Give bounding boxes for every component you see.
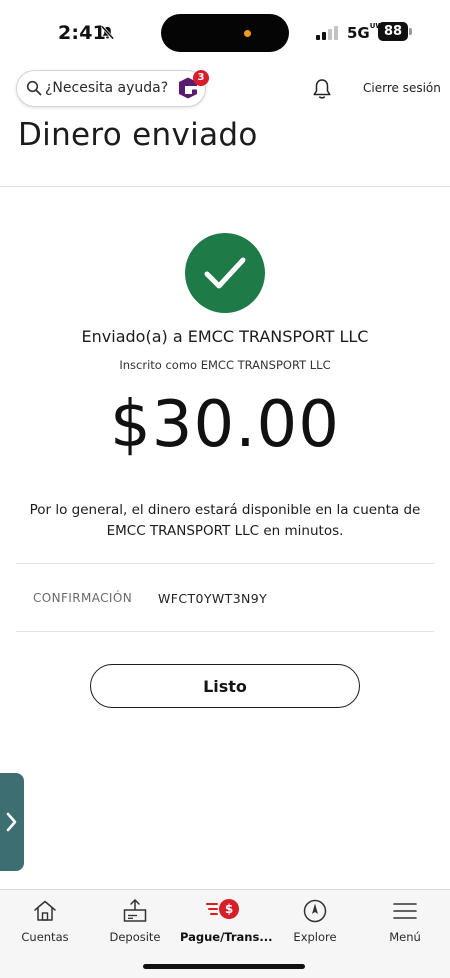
nav-item-pague-trans[interactable]: $ Pague/Trans... <box>180 898 273 954</box>
privacy-indicator-icon <box>244 30 251 37</box>
dynamic-island <box>161 14 289 52</box>
side-panel-tab[interactable] <box>0 773 24 871</box>
nav-item-menu[interactable]: Menú <box>360 898 450 954</box>
battery-tip <box>409 28 412 35</box>
nav-label: Menú <box>389 930 421 944</box>
signout-link[interactable]: Cierre sesión <box>363 81 441 95</box>
chevron-right-icon <box>6 812 17 832</box>
amount-sent: $30.00 <box>110 388 340 462</box>
dollar-icon: $ <box>219 899 239 919</box>
network-type: 5GUW <box>347 22 384 43</box>
deposit-icon <box>123 899 147 922</box>
nav-item-cuentas[interactable]: Cuentas <box>0 898 90 954</box>
compass-icon <box>303 899 327 923</box>
status-bar: 2:41 5GUW 88 <box>0 0 450 62</box>
recipient-text: Enviado(a) a EMCC TRANSPORT LLC <box>81 327 369 346</box>
search-icon <box>26 80 42 100</box>
page-title: Dinero enviado <box>18 117 258 153</box>
header-divider <box>0 186 450 187</box>
confirmation-code: WFCT0YWT3N9Y <box>158 591 268 606</box>
assistant-notification-badge: 3 <box>193 70 209 86</box>
done-button[interactable]: Listo <box>90 664 360 708</box>
availability-message: Por lo general, el dinero estará disponi… <box>29 502 421 539</box>
notification-bell-icon[interactable] <box>311 77 333 105</box>
success-check-icon <box>185 233 265 313</box>
hamburger-menu-icon <box>393 903 417 919</box>
confirmation-label: CONFIRMACIÓN <box>33 591 133 605</box>
home-indicator <box>143 964 305 969</box>
nav-label: Cuentas <box>21 930 69 944</box>
nav-label: Explore <box>293 930 337 944</box>
enrolled-as-text: Inscrito como EMCC TRANSPORT LLC <box>119 358 331 372</box>
home-icon <box>34 900 56 921</box>
status-time: 2:41 <box>58 22 107 44</box>
confirmation-divider-top <box>16 563 434 564</box>
pay-transfer-icon: $ <box>205 898 245 924</box>
nav-label: Pague/Trans... <box>180 930 273 944</box>
nav-item-deposite[interactable]: Deposite <box>90 898 180 954</box>
battery-icon: 88 <box>378 22 408 41</box>
silent-mode-icon <box>100 25 115 44</box>
search-placeholder: ¿Necesita ayuda? <box>45 80 169 96</box>
cellular-signal-icon <box>316 24 340 40</box>
confirmation-divider-bottom <box>16 631 434 632</box>
nav-label: Deposite <box>109 930 161 944</box>
nav-item-explore[interactable]: Explore <box>270 898 360 954</box>
